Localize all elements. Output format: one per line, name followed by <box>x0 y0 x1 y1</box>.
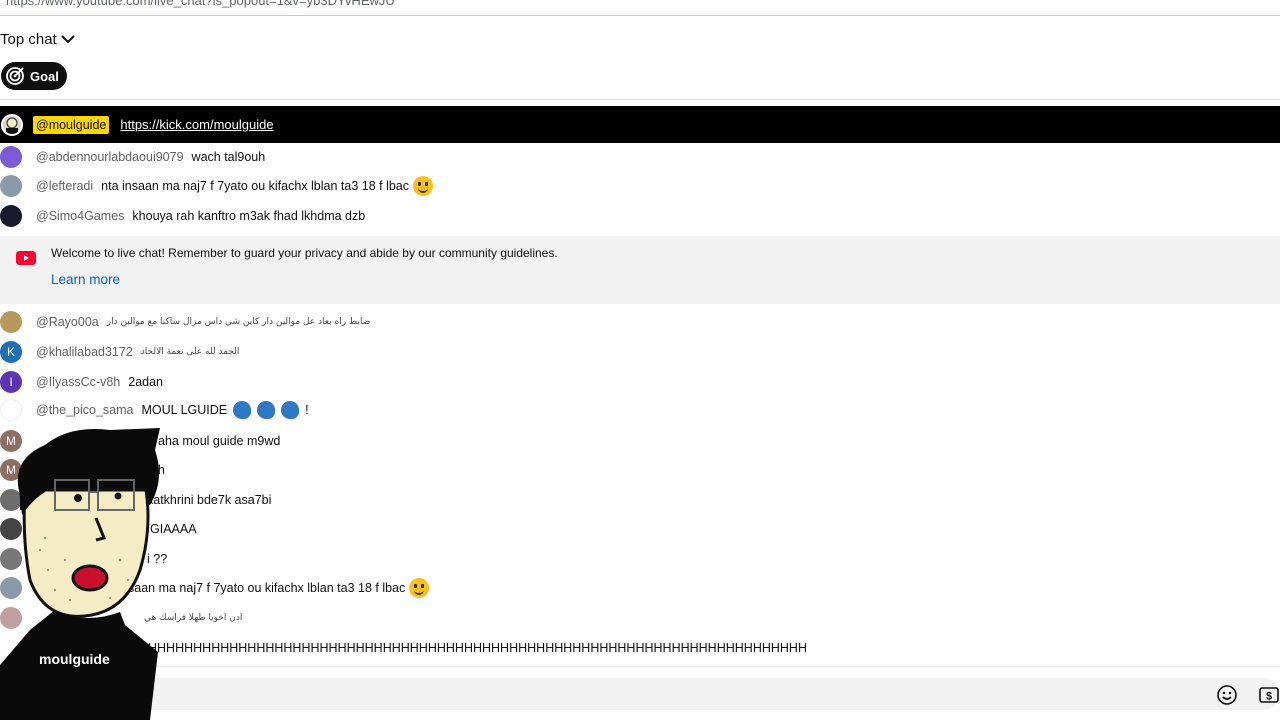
message-text: ضابط راه بعاد عل موالين دار كاين شي داس … <box>106 317 371 327</box>
learn-more-link[interactable]: Learn more <box>51 272 120 287</box>
welcome-banner: Welcome to live chat! Remember to guard … <box>0 236 1280 304</box>
smiling-face-emoji-icon <box>413 176 434 196</box>
speaking-head-emoji-icon <box>233 401 252 419</box>
message-text: khouya rah kanftro m3ak fhad lkhdma dzb <box>132 209 366 223</box>
avatar[interactable] <box>0 146 22 168</box>
avatar[interactable] <box>0 175 22 197</box>
chevron-down-icon <box>61 35 75 44</box>
smiling-face-emoji-icon <box>409 578 430 598</box>
message-author[interactable]: @IlyassCc-v8h <box>36 375 120 389</box>
target-icon <box>6 67 24 85</box>
chat-mode-label: Top chat <box>0 30 57 48</box>
chat-message: K @khalilabad3172 الحمد لله على نعمة الا… <box>0 339 239 365</box>
speaking-head-emoji-icon <box>281 401 300 419</box>
chat-message: @abdennourlabdaoui9079 wach tal9ouh <box>0 144 265 170</box>
message-text-suffix: ! <box>305 403 309 417</box>
youtube-logo-icon <box>16 251 36 265</box>
svg-text:$: $ <box>1266 691 1272 703</box>
emoji-picker-icon[interactable] <box>1216 684 1238 706</box>
avatar[interactable]: K <box>0 341 22 363</box>
message-author[interactable]: @the_pico_sama <box>36 403 133 417</box>
header-divider <box>0 99 1280 100</box>
avatar <box>1 113 23 136</box>
message-text: nta insaan ma naj7 f 7yato ou kifachx lb… <box>101 179 410 193</box>
goal-button[interactable]: Goal <box>1 62 67 90</box>
message-text: wach tal9ouh <box>191 150 266 164</box>
streamer-mascot-overlay <box>0 428 161 720</box>
chat-message: I @IlyassCc-v8h 2adan <box>0 369 163 395</box>
avatar[interactable]: I <box>0 371 22 393</box>
goal-label: Goal <box>30 68 59 84</box>
avatar[interactable] <box>0 399 22 421</box>
chat-message: @Simo4Games khouya rah kanftro m3ak fhad… <box>0 203 365 229</box>
chat-mode-dropdown[interactable]: Top chat <box>0 27 76 51</box>
welcome-text: Welcome to live chat! Remember to guard … <box>51 246 558 260</box>
message-text: الحمد لله على نعمة الالحاد <box>140 347 240 357</box>
input-divider <box>0 666 1280 667</box>
message-author[interactable]: @khalilabad3172 <box>36 345 133 359</box>
message-author[interactable]: @Simo4Games <box>36 209 124 223</box>
speaking-head-emoji-icon <box>257 401 276 419</box>
address-bar[interactable]: https://www.youtube.com/live_chat?is_pop… <box>0 0 1280 16</box>
address-bar-url: https://www.youtube.com/live_chat?is_pop… <box>6 0 395 8</box>
chat-input[interactable]: Ch <box>0 678 1280 710</box>
pinned-link[interactable]: https://kick.com/moulguide <box>120 117 273 132</box>
chat-message: @Rayo00a ضابط راه بعاد عل موالين دار كاي… <box>0 309 370 335</box>
message-author[interactable]: @lefteradi <box>36 179 93 193</box>
avatar[interactable] <box>0 311 22 333</box>
message-text: HHHHHHHHHHHHHHHHHHHHHHHHHHHHHHHHHHHHHHHH… <box>148 641 807 655</box>
message-text: 2adan <box>128 375 164 389</box>
message-text: aha moul guide m9wd <box>158 434 281 448</box>
channel-name-label: moulguide <box>39 651 110 667</box>
message-author[interactable]: @Rayo00a <box>36 315 99 329</box>
super-chat-icon[interactable]: $ <box>1258 684 1280 706</box>
message-text: MOUL LGUIDE <box>141 403 228 417</box>
owner-author-badge[interactable]: @moulguide <box>33 115 110 134</box>
chat-message: @lefteradi nta insaan ma naj7 f 7yato ou… <box>0 173 434 199</box>
avatar[interactable] <box>0 205 22 227</box>
pinned-message[interactable]: @moulguide https://kick.com/moulguide <box>0 106 1280 143</box>
message-author[interactable]: @abdennourlabdaoui9079 <box>36 150 184 164</box>
